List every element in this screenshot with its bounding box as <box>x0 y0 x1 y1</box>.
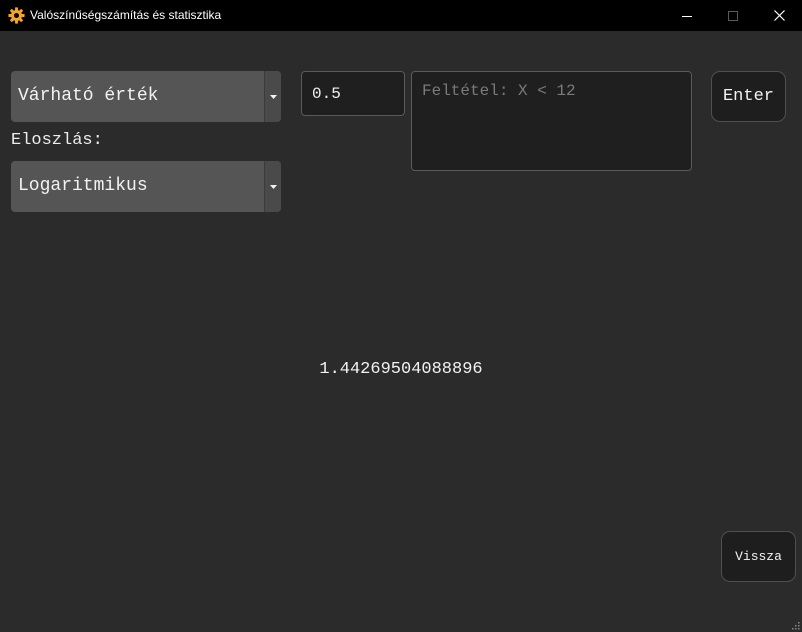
enter-button[interactable]: Enter <box>711 71 786 122</box>
title-bar: Valószínűségszámítás és statisztika <box>0 0 802 31</box>
parameter-input[interactable] <box>301 71 405 116</box>
distribution-select[interactable]: Logaritmikus <box>11 161 281 212</box>
result-value: 1.44269504088896 <box>319 360 483 379</box>
close-button[interactable] <box>756 0 802 31</box>
distribution-select-toggle[interactable] <box>264 161 281 212</box>
condition-input[interactable] <box>411 71 692 171</box>
mode-select-value: Várható érték <box>18 86 159 106</box>
close-icon <box>773 10 785 21</box>
maximize-button[interactable] <box>710 0 756 31</box>
distribution-label: Eloszlás: <box>11 131 103 150</box>
mode-select-toggle[interactable] <box>264 71 281 122</box>
back-button[interactable]: Vissza <box>721 531 796 582</box>
chevron-down-icon <box>269 184 277 189</box>
minimize-button[interactable] <box>664 0 710 31</box>
resize-grip-icon[interactable] <box>790 620 800 630</box>
maximize-icon <box>728 10 738 21</box>
chevron-down-icon <box>269 94 277 99</box>
minimize-icon <box>682 15 692 17</box>
distribution-select-value: Logaritmikus <box>18 176 148 196</box>
window-title: Valószínűségszámítás és statisztika <box>30 8 222 22</box>
gear-icon <box>8 7 25 24</box>
mode-select[interactable]: Várható érték <box>11 71 281 122</box>
